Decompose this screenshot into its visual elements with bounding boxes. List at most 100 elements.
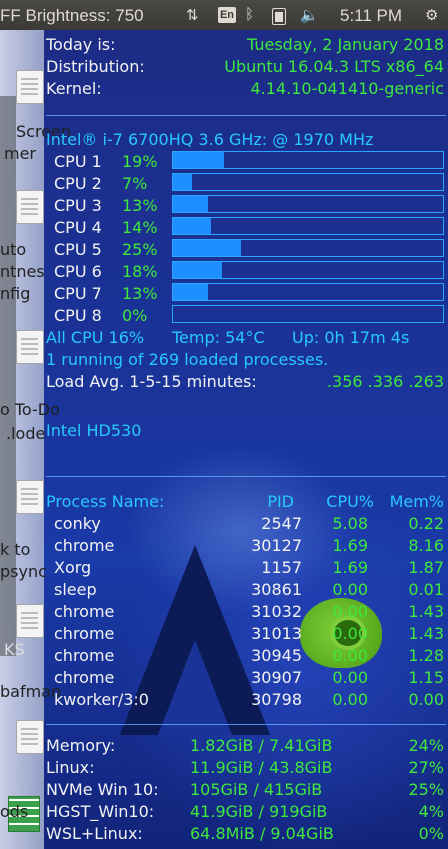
storage-percent: 0% [418, 824, 444, 843]
divider [46, 724, 446, 725]
cpu-core-label: CPU 3 [54, 196, 102, 215]
document-icon[interactable] [16, 720, 44, 754]
cpu-core-bar-fill [173, 152, 225, 168]
document-icon[interactable] [16, 190, 44, 224]
storage-row: Linux: 11.9GiB / 43.8GiB 27% [46, 758, 444, 780]
cpu-core-bar [172, 305, 444, 323]
cpu-core-bar-fill [173, 196, 209, 212]
process-cpu: 0.00 [332, 690, 368, 709]
desktop-icon-label[interactable]: .lode [6, 424, 45, 443]
process-pid: 2547 [261, 514, 302, 533]
process-name: sleep [54, 580, 97, 599]
document-icon[interactable] [16, 480, 44, 514]
storage-name: HGST_Win10: [46, 802, 155, 821]
battery-icon[interactable] [272, 8, 286, 25]
settings-gear-icon[interactable]: ⚙ [425, 6, 438, 24]
process-row: chrome 31032 0.00 1.43 [46, 602, 444, 624]
cpu-core-bar [172, 239, 444, 257]
divider [46, 115, 446, 116]
process-mem: 1.28 [408, 646, 444, 665]
process-row: Xorg 1157 1.69 1.87 [46, 558, 444, 580]
desktop-icon-label[interactable]: k to [0, 540, 30, 559]
storage-name: Linux: [46, 758, 95, 777]
process-pid: 31032 [251, 602, 302, 621]
process-row: sleep 30861 0.00 0.01 [46, 580, 444, 602]
desktop-icon-label[interactable]: psync [0, 562, 47, 581]
desktop-icon-label[interactable]: nfig [0, 284, 30, 303]
kernel-value: 4.14.10-041410-generic [250, 79, 445, 98]
process-pid: 30127 [251, 536, 302, 555]
process-cpu: 0.00 [332, 624, 368, 643]
cpu-core-bar [172, 195, 444, 213]
process-table-header: Process Name: PID CPU% Mem% [46, 492, 444, 514]
cpu-core-bar-fill [173, 284, 209, 300]
process-row: kworker/3:0 30798 0.00 0.00 [46, 690, 444, 712]
process-cpu: 1.69 [332, 558, 368, 577]
top-panel: FF Brightness: 750 ⇅ En ᛒ 🔈 5:11 PM ⚙ [0, 0, 448, 30]
storage-percent: 25% [408, 780, 444, 799]
process-pid: 30907 [251, 668, 302, 687]
clock[interactable]: 5:11 PM [340, 6, 402, 26]
document-icon[interactable] [16, 70, 44, 104]
process-mem: 1.15 [408, 668, 444, 687]
desktop-icon-label[interactable]: KS [4, 640, 25, 659]
process-pid: 30798 [251, 690, 302, 709]
divider [46, 476, 446, 477]
desktop-icon-label[interactable]: ods [0, 802, 28, 821]
keyboard-layout-icon[interactable]: En [218, 7, 236, 23]
process-mem: 1.87 [408, 558, 444, 577]
cpu-core-bar [172, 217, 444, 235]
cpu-core-label: CPU 2 [54, 174, 102, 193]
process-pid: 30861 [251, 580, 302, 599]
process-mem: 1.43 [408, 624, 444, 643]
process-row: chrome 31013 0.00 1.43 [46, 624, 444, 646]
process-mem: 0.00 [408, 690, 444, 709]
process-mem: 8.16 [408, 536, 444, 555]
cpu-core-percent: 14% [122, 218, 158, 237]
process-pid: 31013 [251, 624, 302, 643]
storage-usage: 1.82GiB / 7.41GiB [190, 736, 333, 755]
kernel-label: Kernel: [46, 79, 102, 98]
cpu-core-bar-fill [173, 174, 192, 190]
process-name: chrome [54, 668, 115, 687]
desktop-icons-strip: Screen mer uto ntnes nfig o To-Do .lode … [0, 30, 71, 849]
cpu-core-bar-fill [173, 218, 211, 234]
cpu-model: Intel® i-7 6700HQ 3.6 GHz: @ 1970 MHz [46, 130, 374, 149]
cpu-core-bar [172, 173, 444, 191]
cpu-core-label: CPU 4 [54, 218, 102, 237]
desktop-icon-label[interactable]: uto [0, 240, 26, 259]
process-cpu: 1.69 [332, 536, 368, 555]
brightness-indicator[interactable]: FF Brightness: 750 [0, 6, 144, 26]
conky-monitor: Today is: Tuesday, 2 January 2018 Distri… [44, 30, 448, 849]
desktop-icon-label[interactable]: mer [4, 144, 36, 163]
cpu-header: CPU% [326, 492, 374, 511]
process-name: Xorg [54, 558, 92, 577]
cpu-core-percent: 18% [122, 262, 158, 281]
bluetooth-icon[interactable]: ᛒ [245, 6, 254, 23]
document-icon[interactable] [16, 330, 44, 364]
storage-row: Memory: 1.82GiB / 7.41GiB 24% [46, 736, 444, 758]
volume-icon[interactable]: 🔈 [300, 6, 319, 24]
cpu-core-row: CPU 1 19% [46, 151, 444, 174]
process-mem: 0.22 [408, 514, 444, 533]
date-row: Today is: Tuesday, 2 January 2018 [46, 35, 444, 57]
sync-arrows-icon[interactable]: ⇅ [186, 6, 199, 24]
process-row: chrome 30127 1.69 8.16 [46, 536, 444, 558]
cpu-core-percent: 19% [122, 152, 158, 171]
cpu-summary-row: All CPU 16% Temp: 54°C Up: 0h 17m 4s [46, 328, 444, 350]
process-pid: 1157 [261, 558, 302, 577]
load-avg-value: .356 .336 .263 [326, 372, 444, 391]
process-name: kworker/3:0 [54, 690, 149, 709]
cpu-core-percent: 13% [122, 196, 158, 215]
process-count: 1 running of 269 loaded processes. [46, 350, 329, 369]
desktop-icon-label[interactable]: ntnes [0, 262, 45, 281]
pid-header: PID [267, 492, 294, 511]
cpu-core-label: CPU 1 [54, 152, 102, 171]
load-avg-row: Load Avg. 1-5-15 minutes: .356 .336 .263 [46, 372, 444, 394]
cpu-temp: Temp: 54°C [172, 328, 265, 347]
process-pid: 30945 [251, 646, 302, 665]
process-cpu: 0.00 [332, 668, 368, 687]
document-icon[interactable] [16, 604, 44, 638]
process-row: chrome 30907 0.00 1.15 [46, 668, 444, 690]
cpu-core-bar-fill [173, 262, 222, 278]
